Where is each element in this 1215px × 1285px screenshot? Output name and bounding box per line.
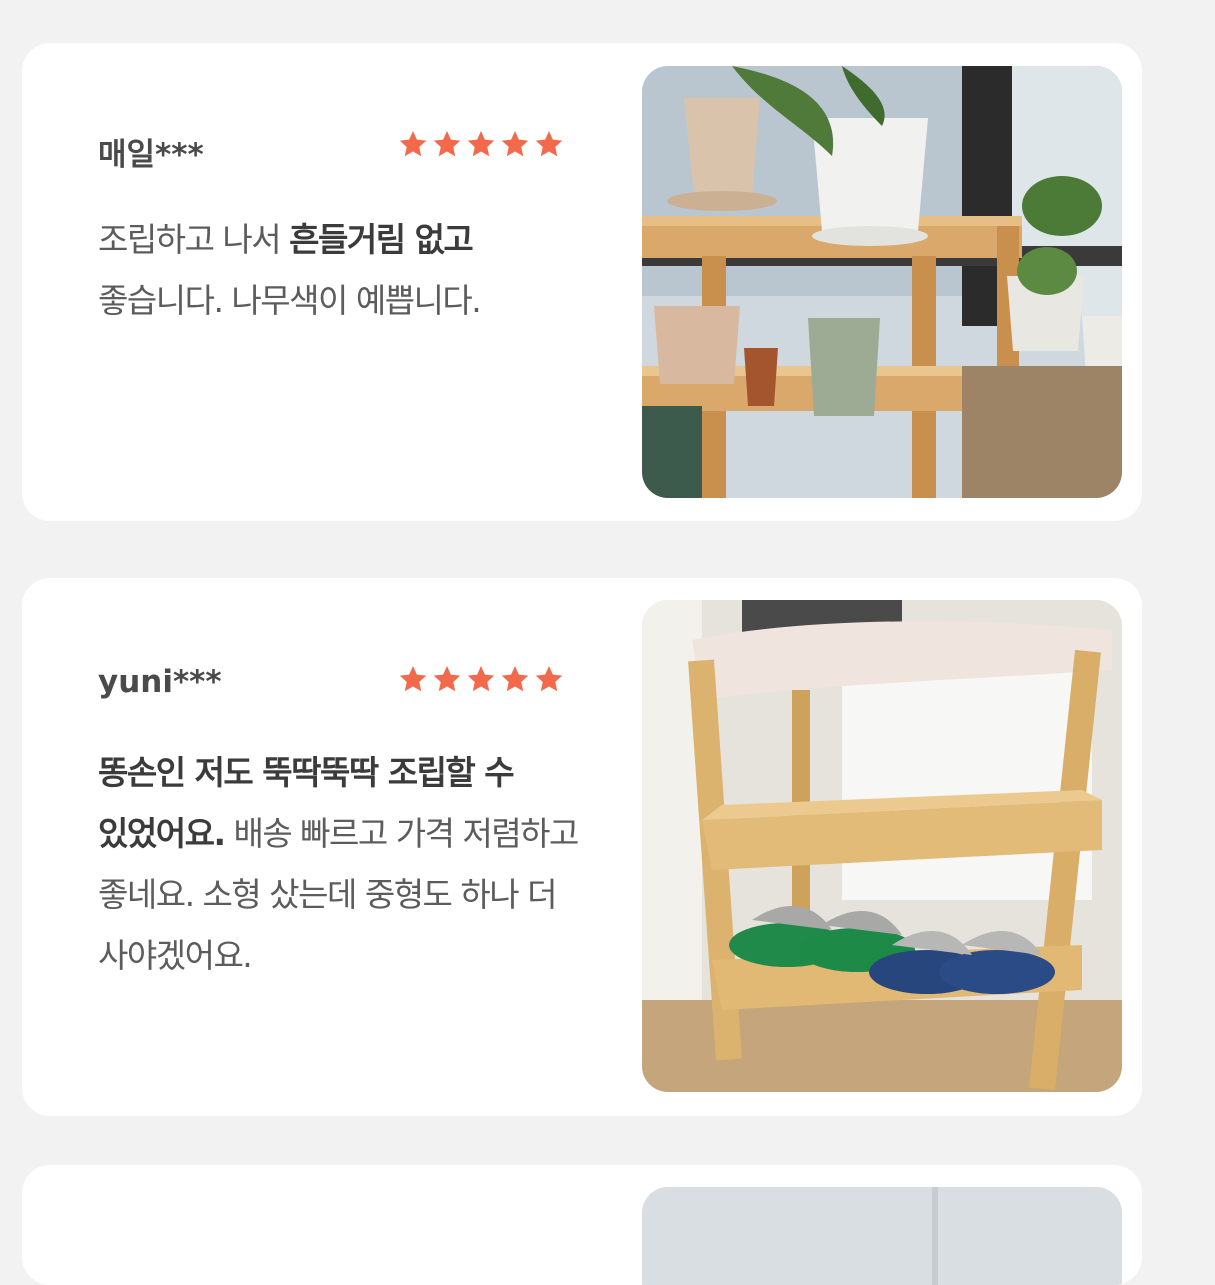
partial-photo [642,1187,1122,1285]
review-card: yuni*** 똥손인 저도 뚝딱뚝딱 조립할 수 있었어요. 배송 빠르고 가… [22,578,1142,1116]
reviewer-name: yuni*** [98,664,222,700]
star-icon [466,664,496,694]
star-icon [534,664,564,694]
rating-stars [398,664,564,694]
star-icon [534,129,564,159]
star-icon [432,129,462,159]
star-icon [466,129,496,159]
review-card: 매일*** 조립하고 나서 흔들거림 없고 좋습니다. 나무색이 예쁩니다. [22,43,1142,521]
review-photo[interactable] [642,600,1122,1092]
review-text: 똥손인 저도 뚝딱뚝딱 조립할 수 있었어요. 배송 빠르고 가격 저렴하고 좋… [98,753,579,975]
star-icon [500,664,530,694]
star-icon [398,664,428,694]
star-icon [432,664,462,694]
rating-stars [398,129,564,159]
star-icon [398,129,428,159]
star-icon [500,129,530,159]
plant-shelf-photo [642,66,1122,498]
review-card [22,1165,1142,1285]
shoe-rack-photo [642,600,1122,1092]
review-text: 조립하고 나서 흔들거림 없고 좋습니다. 나무색이 예쁩니다. [98,220,482,320]
review-photo[interactable] [642,1187,1122,1285]
review-photo[interactable] [642,66,1122,498]
reviewer-name: 매일*** [98,137,204,173]
